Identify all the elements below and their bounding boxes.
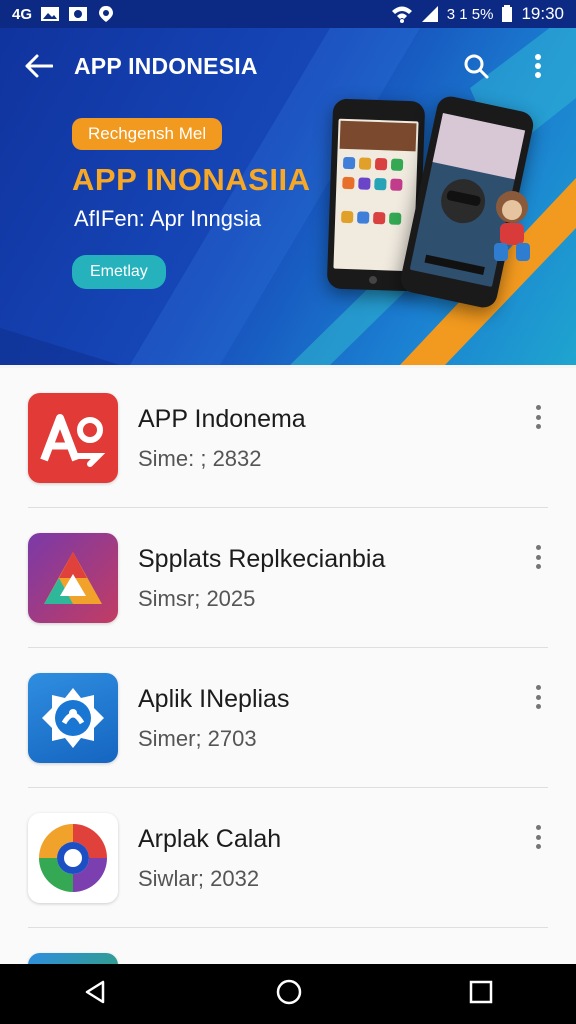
nav-back-button[interactable] <box>83 979 109 1010</box>
nav-home-icon <box>276 979 302 1004</box>
item-more-button[interactable] <box>526 402 550 432</box>
back-arrow-icon <box>25 54 53 78</box>
carrier-4g-icon: 4G <box>12 5 33 23</box>
more-vert-icon <box>535 54 541 78</box>
nav-recents-icon <box>469 980 493 1003</box>
list-item[interactable]: APP Indonema Sime: ; 2832 <box>0 368 576 508</box>
app-meta: Simsr; 2025 <box>138 585 256 611</box>
app-list: APP Indonema Sime: ; 2832 Spplats Replke… <box>0 368 576 1024</box>
promo-pill: Rechgensh Mel <box>72 118 223 150</box>
app-meta: Siwlar; 2032 <box>138 865 260 891</box>
photo-notification-icon <box>69 7 88 21</box>
triangle-logo-icon <box>28 533 118 623</box>
list-item[interactable]: Spplats Replkecianbia Simsr; 2025 <box>0 508 576 648</box>
item-more-button[interactable] <box>526 822 550 852</box>
item-more-button[interactable] <box>526 542 550 572</box>
item-text: Aplik INeplias Simer; 2703 <box>138 685 289 752</box>
badge-logo-glyph <box>42 688 104 748</box>
list-item[interactable]: Arplak Calah Siwlar; 2032 <box>0 788 576 928</box>
ao-logo-glyph <box>40 414 106 467</box>
back-button[interactable] <box>16 43 62 89</box>
nav-recents-button[interactable] <box>469 980 493 1009</box>
item-text: Arplak Calah Siwlar; 2032 <box>138 825 281 892</box>
app-bar-actions <box>454 44 560 88</box>
system-nav-bar <box>0 964 576 1024</box>
location-pin-icon <box>99 6 114 22</box>
ring-logo-icon <box>28 813 118 903</box>
signal-icon <box>421 6 438 22</box>
banner-cta-button[interactable]: Emetlay <box>72 255 166 289</box>
battery-icon <box>502 5 513 22</box>
ao-logo-icon <box>28 393 118 483</box>
image-notification-icon <box>41 7 60 21</box>
battery-text: 3 1 5% <box>446 5 494 23</box>
clock: 19:30 <box>521 4 564 23</box>
nav-back-icon <box>85 980 105 1003</box>
app-name: Arplak Calah <box>138 824 282 853</box>
app-meta: Sime: ; 2832 <box>138 445 262 471</box>
item-text: APP Indonema Sime: ; 2832 <box>138 405 306 472</box>
list-item[interactable]: Aplik INeplias Simer; 2703 <box>0 648 576 788</box>
status-left-icons: 4G <box>12 5 116 23</box>
item-text: Spplats Replkecianbia Simsr; 2025 <box>138 545 385 612</box>
search-button[interactable] <box>454 44 498 88</box>
page-title: APP INDONESIA <box>74 52 258 79</box>
overflow-menu-button[interactable] <box>516 44 560 88</box>
screen: 4G 3 1 5% 19:30 APP INDONESIA Rechgensh … <box>0 0 576 1024</box>
app-bar: APP INDONESIA <box>0 28 576 104</box>
app-name: Spplats Replkecianbia <box>138 544 386 573</box>
item-more-button[interactable] <box>526 682 550 712</box>
wifi-icon <box>391 6 412 23</box>
app-meta: Simer; 2703 <box>138 725 257 751</box>
banner-title: APP INONASIIA <box>72 162 311 197</box>
nav-home-button[interactable] <box>275 978 303 1011</box>
app-name: APP Indonema <box>138 404 306 433</box>
banner-subtitle: AfIFen: Apr Inngsia <box>74 206 262 231</box>
status-bar: 4G 3 1 5% 19:30 <box>0 0 576 28</box>
badge-logo-icon <box>28 673 118 763</box>
status-right-icons: 3 1 5% 19:30 <box>391 4 564 24</box>
triangle-logo-glyph <box>44 552 102 604</box>
ring-logo-glyph <box>39 824 107 892</box>
app-name: Aplik INeplias <box>138 684 290 713</box>
search-icon <box>464 54 489 79</box>
monkey-character-illustration <box>494 191 530 261</box>
